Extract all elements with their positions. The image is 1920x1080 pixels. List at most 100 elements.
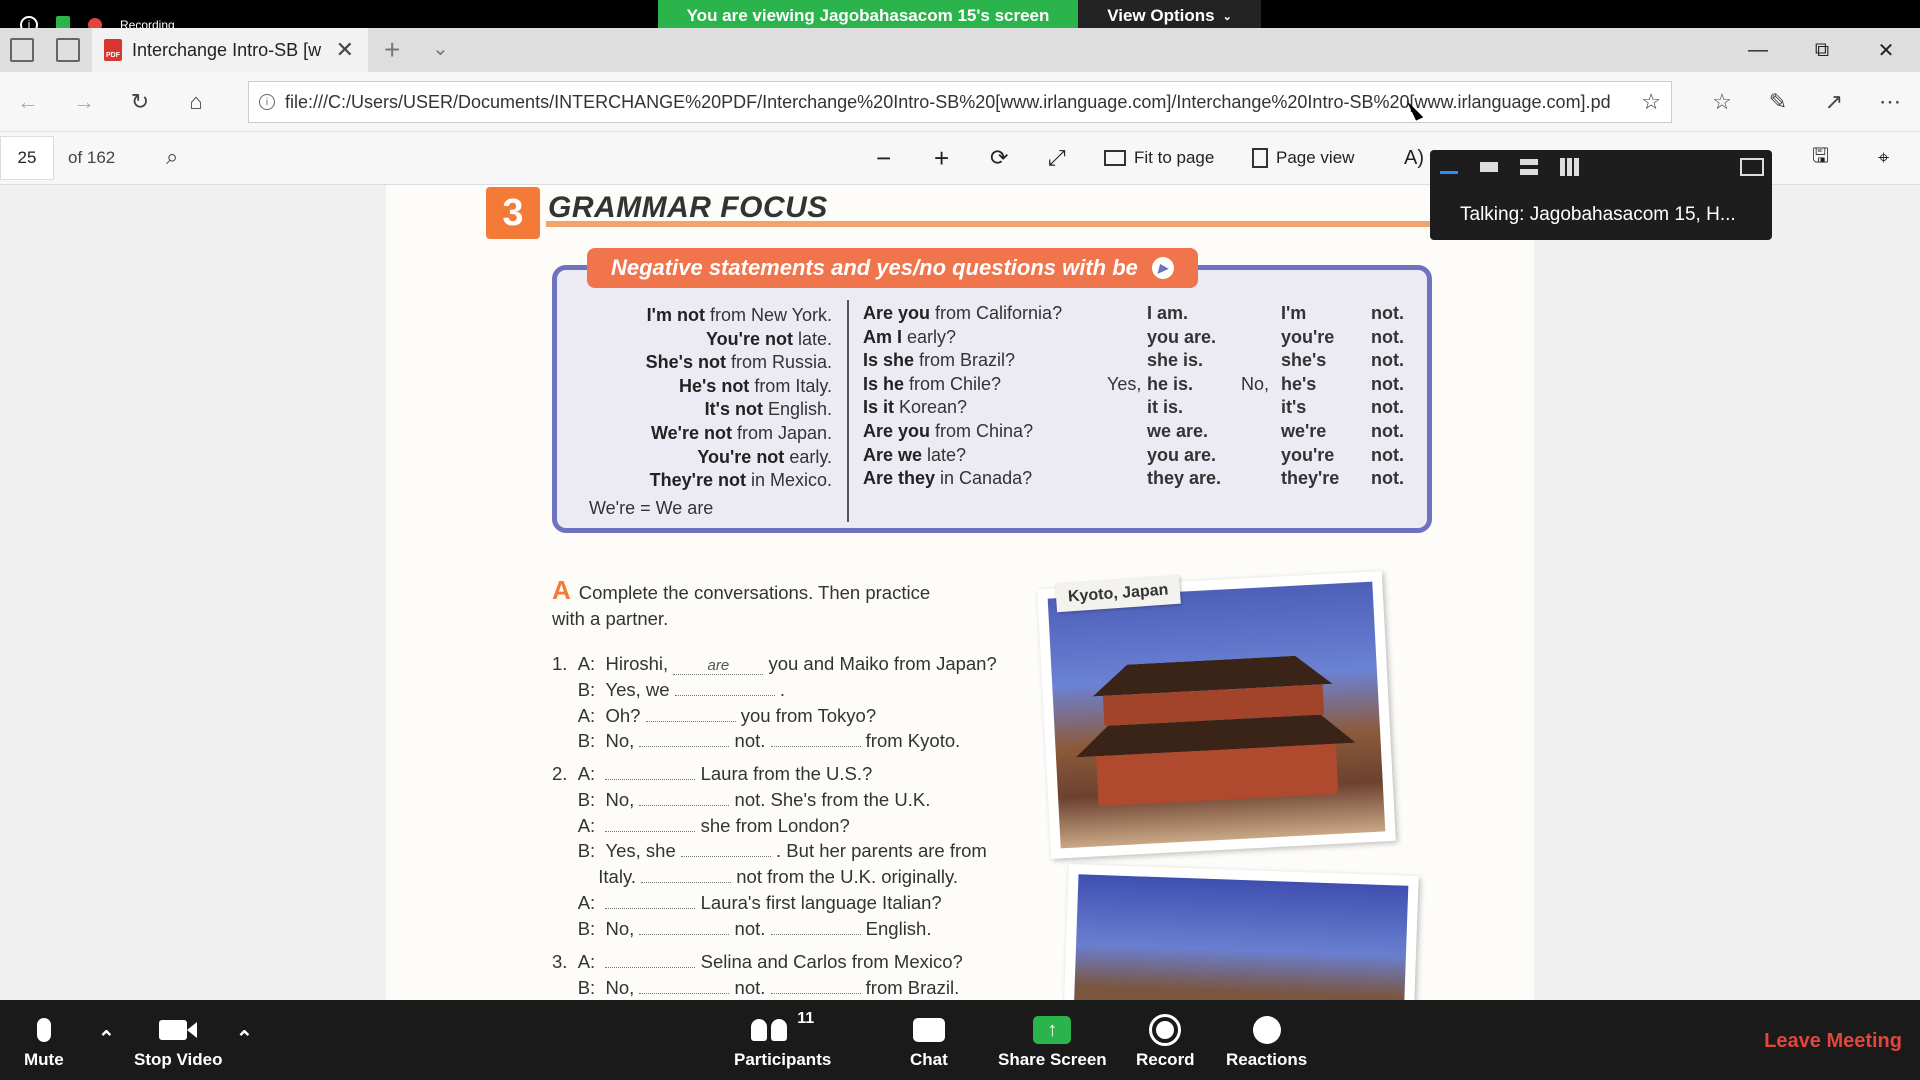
view-options-label: View Options [1107, 6, 1215, 25]
search-icon[interactable]: ⌕ [166, 144, 178, 170]
minimize-panel-icon[interactable] [1440, 170, 1458, 174]
tab-title: Interchange Intro-SB [w [132, 39, 322, 60]
page-number-input[interactable]: 25 [0, 136, 54, 180]
stop-video-label: Stop Video [134, 1050, 223, 1069]
reactions-button[interactable]: Reactions [1226, 1010, 1307, 1070]
mute-button[interactable]: Mute [24, 1010, 64, 1070]
fit-to-page-label: Fit to page [1134, 148, 1215, 167]
page-total: of 162 [68, 148, 116, 167]
exercise-letter: A [552, 575, 571, 605]
video-options-chevron[interactable]: ⌃ [236, 1018, 253, 1058]
grammar-text: early. [784, 446, 832, 467]
share-icon[interactable]: ↗ [1818, 86, 1850, 118]
close-tab-icon[interactable]: ✕ [336, 37, 354, 63]
grammar-bold: I'm not [646, 305, 705, 325]
grammar-box-title: Negative statements and yes/no questions… [611, 255, 1138, 280]
forward-icon[interactable]: → [68, 86, 100, 118]
temple-image [1047, 581, 1386, 849]
refresh-icon[interactable]: ↻ [124, 86, 156, 118]
home-icon[interactable]: ⌂ [180, 86, 212, 118]
grammar-bold: Are you [863, 303, 931, 323]
more-icon[interactable]: ⋯ [1874, 86, 1906, 118]
grammar-bold: You're not [706, 328, 793, 349]
pdf-viewer: 3 GRAMMAR FOCUS Negative statements and … [0, 185, 1920, 1000]
close-window-icon[interactable]: ✕ [1858, 28, 1914, 72]
favorites-icon[interactable]: ☆ [1706, 86, 1738, 118]
yes-answers-column: I am. you are. she is. he is. it is. we are. y… [1147, 302, 1221, 491]
grammar-bold: It's not [704, 399, 763, 420]
page-view-button[interactable]: Page view [1252, 142, 1354, 174]
address-bar-row: ← → ↻ ⌂ i file:///C:/Users/USER/Document… [0, 72, 1920, 132]
no-answers-column: I'm you're she's he's it's we're you're they're [1281, 302, 1339, 491]
fit-to-page-button[interactable]: Fit to page [1104, 142, 1214, 174]
audio-options-chevron[interactable]: ⌃ [98, 1018, 115, 1058]
favorite-star-icon[interactable]: ☆ [1641, 89, 1661, 115]
leave-meeting-button[interactable]: Leave Meeting [1764, 1030, 1902, 1053]
yes-label: Yes, [1107, 373, 1142, 394]
zoom-out-icon[interactable]: − [876, 142, 891, 174]
video-camera-icon [159, 1010, 198, 1050]
grammar-line: It's not English. [646, 398, 832, 422]
share-screen-button[interactable]: ↑ Share Screen [998, 1010, 1107, 1070]
fit-page-icon [1104, 150, 1126, 166]
grid-view-icon[interactable] [1560, 158, 1580, 176]
minimize-icon[interactable]: — [1730, 28, 1786, 72]
restore-icon[interactable]: ⧉ [1794, 28, 1850, 72]
exit-panel-icon[interactable] [1740, 158, 1764, 176]
audio-icon[interactable]: ▶ [1151, 257, 1174, 279]
grammar-line: She's not from Russia. [646, 351, 832, 375]
grammar-bold: Am I [863, 326, 903, 347]
contraction-note: We're = We are [589, 498, 714, 518]
grammar-bold: Are they [863, 468, 936, 489]
grammar-text: from Italy. [749, 375, 832, 396]
chat-button[interactable]: Chat [910, 1010, 948, 1070]
panel-view-icons [1440, 158, 1580, 176]
tab-interchange[interactable]: PDF Interchange Intro-SB [w ✕ [92, 28, 368, 72]
fullscreen-icon[interactable]: ⤢ [1048, 142, 1066, 174]
grammar-text: from Chile? [904, 373, 1002, 394]
address-field[interactable]: i file:///C:/Users/USER/Documents/INTERC… [248, 81, 1672, 123]
pen-icon[interactable]: ✎ [1762, 86, 1794, 118]
browser-tab-strip: PDF Interchange Intro-SB [w ✕ + ⌄ [0, 28, 1920, 72]
record-button[interactable]: Record [1136, 1010, 1195, 1070]
participants-button[interactable]: 11 Participants [734, 1010, 831, 1070]
grammar-line: we're [1281, 420, 1327, 441]
back-icon[interactable]: ← [12, 86, 44, 118]
pin-icon[interactable]: ⌖ [1878, 142, 1889, 174]
zoom-video-panel[interactable]: Talking: Jagobahasacom 15, H... [1430, 150, 1772, 240]
strip-view-icon[interactable] [1520, 159, 1538, 175]
save-icon[interactable]: 🖫 [1812, 142, 1829, 174]
kyoto-photo [1037, 571, 1396, 859]
grammar-text: early? [902, 326, 957, 347]
tab-list-chevron-icon[interactable]: ⌄ [432, 36, 449, 61]
not-column: not. not. not. not. not. not. not. not. [1371, 302, 1404, 491]
chat-bubble-icon [912, 1010, 945, 1050]
rotate-icon[interactable]: ⟳ [990, 142, 1008, 174]
tab-actions-icon[interactable] [10, 38, 34, 62]
site-info-icon[interactable]: i [259, 94, 275, 110]
page-view-label: Page view [1276, 148, 1355, 167]
grammar-bold: Is he [863, 373, 905, 394]
questions-column: Are you from California? Am I early? Is sh… [863, 302, 1093, 491]
grammar-line: Are you from China? [863, 420, 1093, 444]
no-label: No, [1241, 373, 1270, 394]
new-tab-icon[interactable]: + [384, 34, 400, 66]
chevron-up-icon: ⌃ [98, 1027, 115, 1050]
chat-label: Chat [910, 1050, 948, 1069]
speaker-view-icon[interactable] [1480, 162, 1498, 172]
zoom-toolbar: Mute ⌃ Stop Video ⌃ 11 Participants Chat… [0, 1000, 1920, 1080]
grammar-text: in Canada? [935, 468, 1033, 489]
grammar-line: not. [1371, 326, 1404, 347]
read-aloud-icon[interactable]: A) [1404, 142, 1424, 174]
stop-video-button[interactable]: Stop Video [134, 1010, 222, 1070]
grammar-bold: Is it [863, 397, 895, 418]
tabs-aside-icon[interactable] [56, 38, 80, 62]
participant-count: 11 [797, 1010, 815, 1027]
grammar-bold: He's not [679, 375, 750, 396]
grammar-line: Are we late? [863, 444, 1093, 468]
grammar-line: it is. [1147, 397, 1184, 418]
chevron-down-icon: ⌄ [1222, 10, 1232, 23]
grammar-line: I'm not from New York. [646, 304, 832, 328]
grammar-text: from Brazil? [914, 350, 1016, 371]
zoom-in-icon[interactable]: + [934, 142, 949, 174]
